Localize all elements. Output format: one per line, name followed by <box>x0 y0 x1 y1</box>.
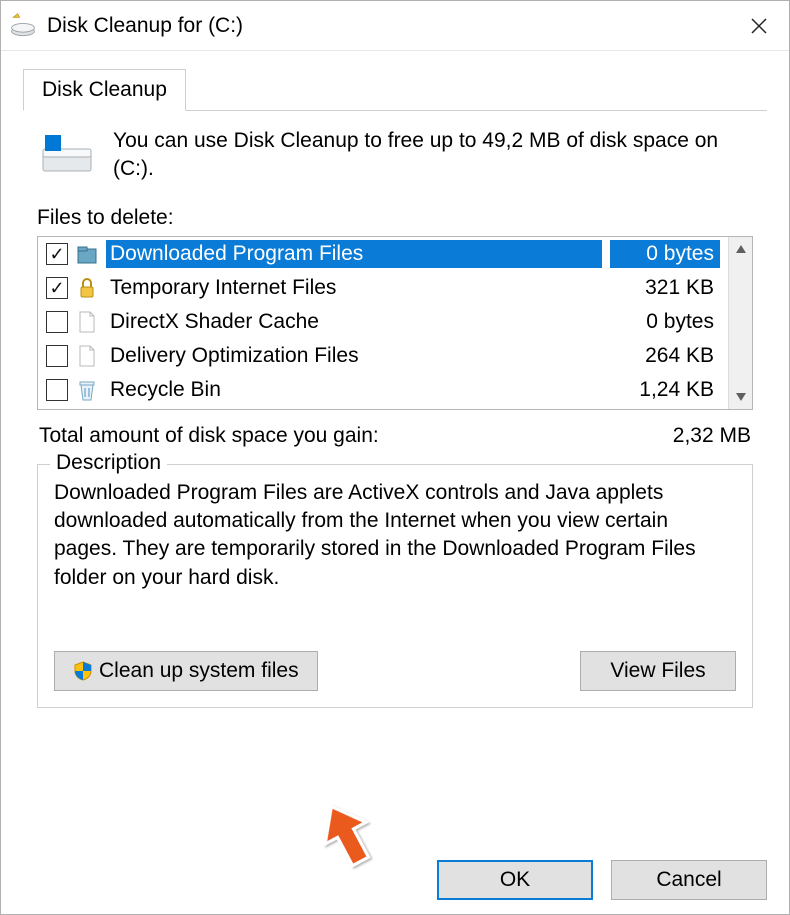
file-list-container: Downloaded Program Files 0 bytes Temporary… <box>37 236 753 410</box>
folder-icon <box>76 241 98 267</box>
list-item-size: 1,24 KB <box>610 376 720 404</box>
chevron-down-icon <box>736 393 746 401</box>
disk-cleanup-icon <box>9 12 37 40</box>
lock-icon <box>76 275 98 301</box>
chevron-up-icon <box>736 245 746 253</box>
tabpanel: You can use Disk Cleanup to free up to 4… <box>23 111 767 718</box>
list-item-size: 0 bytes <box>610 308 720 336</box>
list-item-label: Recycle Bin <box>106 376 602 404</box>
view-files-button[interactable]: View Files <box>580 651 736 691</box>
scrollbar[interactable] <box>728 237 752 409</box>
checkbox[interactable] <box>46 243 68 265</box>
recycle-bin-icon <box>76 377 98 403</box>
checkbox[interactable] <box>46 345 68 367</box>
list-item[interactable]: Delivery Optimization Files 264 KB <box>38 339 728 373</box>
description-legend: Description <box>50 451 167 475</box>
list-item-label: Downloaded Program Files <box>106 240 602 268</box>
list-item[interactable]: DirectX Shader Cache 0 bytes <box>38 305 728 339</box>
scroll-up-button[interactable] <box>729 237 753 261</box>
ok-button[interactable]: OK <box>437 860 593 900</box>
intro: You can use Disk Cleanup to free up to 4… <box>33 127 757 184</box>
description-text: Downloaded Program Files are ActiveX con… <box>54 479 736 629</box>
checkbox[interactable] <box>46 379 68 401</box>
close-icon <box>749 16 769 36</box>
view-files-label: View Files <box>610 659 705 683</box>
content: Disk Cleanup You can use Disk Cleanup to… <box>1 51 789 732</box>
cancel-label: Cancel <box>656 868 721 892</box>
ok-label: OK <box>500 868 530 892</box>
file-list[interactable]: Downloaded Program Files 0 bytes Temporary… <box>38 237 728 409</box>
drive-icon <box>39 131 95 179</box>
total-value: 2,32 MB <box>673 424 751 448</box>
disk-cleanup-window: Disk Cleanup for (C:) Disk Cleanup <box>0 0 790 915</box>
list-item[interactable]: Recycle Bin 1,24 KB <box>38 373 728 407</box>
cleanup-system-files-label: Clean up system files <box>99 659 299 683</box>
checkbox[interactable] <box>46 277 68 299</box>
file-icon <box>76 343 98 369</box>
list-item-size: 264 KB <box>610 342 720 370</box>
list-item[interactable]: Downloaded Program Files 0 bytes <box>38 237 728 271</box>
close-button[interactable] <box>737 4 781 48</box>
tab-row: Disk Cleanup <box>23 69 767 111</box>
cleanup-system-files-button[interactable]: Clean up system files <box>54 651 318 691</box>
checkbox[interactable] <box>46 311 68 333</box>
cancel-button[interactable]: Cancel <box>611 860 767 900</box>
list-item-label: Temporary Internet Files <box>106 274 602 302</box>
total-label: Total amount of disk space you gain: <box>39 424 379 448</box>
list-item-label: DirectX Shader Cache <box>106 308 602 336</box>
list-item-label: Delivery Optimization Files <box>106 342 602 370</box>
list-item[interactable]: Temporary Internet Files 321 KB <box>38 271 728 305</box>
list-item-size: 321 KB <box>610 274 720 302</box>
footer-buttons: OK Cancel <box>437 860 767 900</box>
list-item-size: 0 bytes <box>610 240 720 268</box>
titlebar: Disk Cleanup for (C:) <box>1 1 789 51</box>
tab-disk-cleanup[interactable]: Disk Cleanup <box>23 69 186 111</box>
description-group: Description Downloaded Program Files are… <box>37 464 753 708</box>
annotation-arrow-icon <box>311 799 381 879</box>
files-to-delete-label: Files to delete: <box>37 206 757 230</box>
window-title: Disk Cleanup for (C:) <box>47 14 737 38</box>
scroll-down-button[interactable] <box>729 385 753 409</box>
file-icon <box>76 309 98 335</box>
shield-icon <box>73 661 93 681</box>
intro-text: You can use Disk Cleanup to free up to 4… <box>113 127 751 184</box>
group-buttons: Clean up system files View Files <box>54 651 736 691</box>
